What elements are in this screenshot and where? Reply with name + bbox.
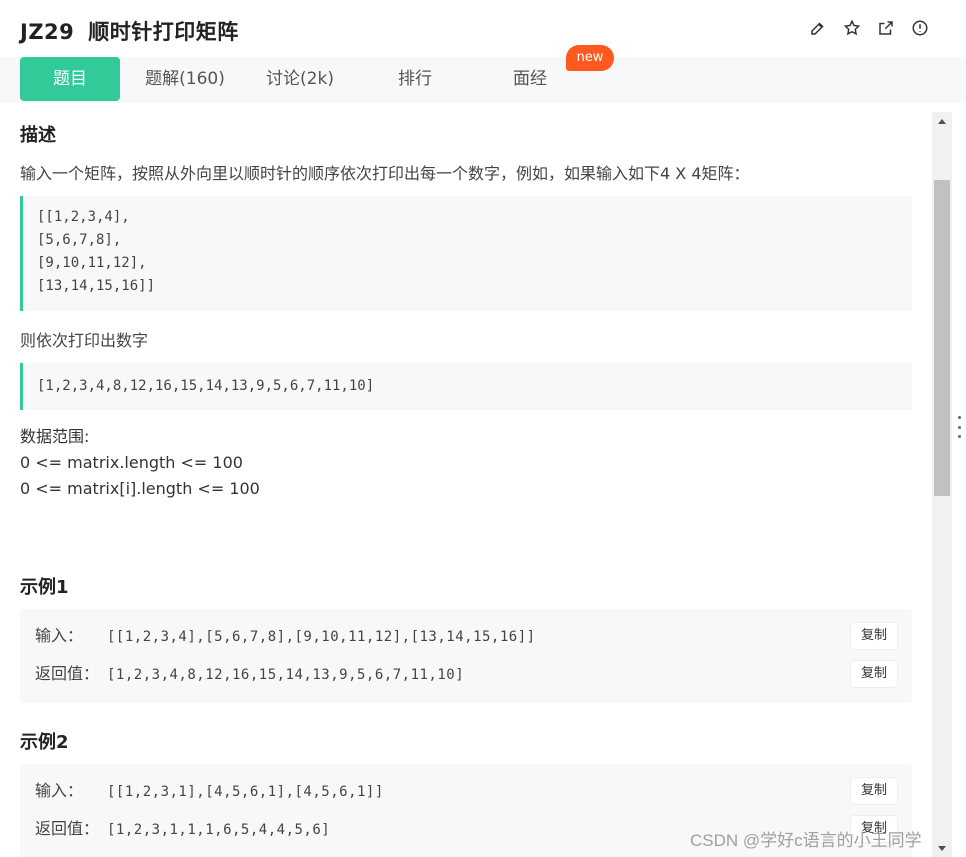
range-title: 数据范围: [20, 427, 90, 446]
output-value: [1,2,3,1,1,1,6,5,4,4,5,6] [107, 822, 331, 838]
description-heading: 描述 [20, 125, 56, 146]
tab-solutions[interactable]: 题解(160) [130, 57, 240, 101]
code-line: [9,10,11,12], [37, 255, 147, 271]
example-heading: 示例2 [20, 732, 69, 753]
tab-bar: 题目 题解(160) 讨论(2k) 排行 面经 [0, 57, 966, 103]
code-line: [5,6,7,8], [37, 232, 122, 248]
input-label: 输入： [35, 626, 84, 645]
input-value: [[1,2,3,4],[5,6,7,8],[9,10,11,12],[13,14… [107, 629, 536, 645]
edit-icon[interactable] [808, 18, 828, 38]
range-line: 0 <= matrix.length <= 100 [20, 453, 243, 472]
code-line: [13,14,15,16]] [37, 278, 156, 294]
resize-handle-icon[interactable] [956, 416, 962, 438]
header-actions [808, 18, 930, 38]
example-input-row: 输入： [[1,2,3,1],[4,5,6,1],[4,5,6,1]] 复制 [35, 778, 897, 804]
description-intro: 输入一个矩阵，按照从外向里以顺时针的顺序依次打印出每一个数字，例如，如果输入如下… [20, 164, 750, 183]
code-line: [1,2,3,4,8,12,16,15,14,13,9,5,6,7,11,10] [37, 378, 375, 394]
example-box: 输入： [[1,2,3,4],[5,6,7,8],[9,10,11,12],[13… [20, 609, 912, 703]
scroll-up-arrow-icon[interactable] [932, 112, 952, 130]
tab-interview[interactable]: 面经 [480, 57, 580, 101]
new-badge: new [566, 45, 614, 71]
output-code-block: [1,2,3,4,8,12,16,15,14,13,9,5,6,7,11,10] [20, 363, 912, 410]
tab-discussion[interactable]: 讨论(2k) [250, 57, 350, 101]
output-label: 返回值： [35, 819, 100, 838]
watermark: CSDN @学好c语言的小王同学 [690, 831, 922, 850]
code-line: [[1,2,3,4], [37, 209, 130, 225]
copy-button[interactable]: 复制 [851, 778, 897, 804]
input-value: [[1,2,3,1],[4,5,6,1],[4,5,6,1]] [107, 784, 384, 800]
page-title: JZ29 顺时针打印矩阵 [20, 16, 239, 46]
tab-ranking[interactable]: 排行 [365, 57, 465, 101]
problem-code: JZ29 [20, 20, 75, 44]
output-value: [1,2,3,4,8,12,16,15,14,13,9,5,6,7,11,10] [107, 667, 465, 683]
external-link-icon[interactable] [876, 18, 896, 38]
problem-content: 描述 输入一个矩阵，按照从外向里以顺时针的顺序依次打印出每一个数字，例如，如果输… [0, 103, 932, 857]
range-line: 0 <= matrix[i].length <= 100 [20, 479, 260, 498]
copy-button[interactable]: 复制 [851, 623, 897, 649]
problem-title: 顺时针打印矩阵 [88, 20, 239, 44]
example-input-row: 输入： [[1,2,3,4],[5,6,7,8],[9,10,11,12],[13… [35, 623, 897, 649]
tab-problem[interactable]: 题目 [20, 57, 120, 101]
data-range: 数据范围: 0 <= matrix.length <= 100 0 <= mat… [20, 424, 260, 502]
example-heading: 示例1 [20, 577, 69, 598]
example-output-row: 返回值： [1,2,3,4,8,12,16,15,14,13,9,5,6,7,11… [35, 661, 897, 687]
input-label: 输入： [35, 781, 84, 800]
problem-header: JZ29 顺时针打印矩阵 [0, 0, 966, 58]
scroll-thumb[interactable] [934, 180, 950, 496]
then-text: 则依次打印出数字 [20, 331, 149, 350]
info-icon[interactable] [910, 18, 930, 38]
scroll-down-arrow-icon[interactable] [932, 839, 952, 857]
star-icon[interactable] [842, 18, 862, 38]
copy-button[interactable]: 复制 [851, 661, 897, 687]
vertical-scrollbar[interactable] [932, 112, 952, 857]
output-label: 返回值： [35, 664, 100, 683]
matrix-code-block: [[1,2,3,4], [5,6,7,8], [9,10,11,12], [13… [20, 196, 912, 311]
